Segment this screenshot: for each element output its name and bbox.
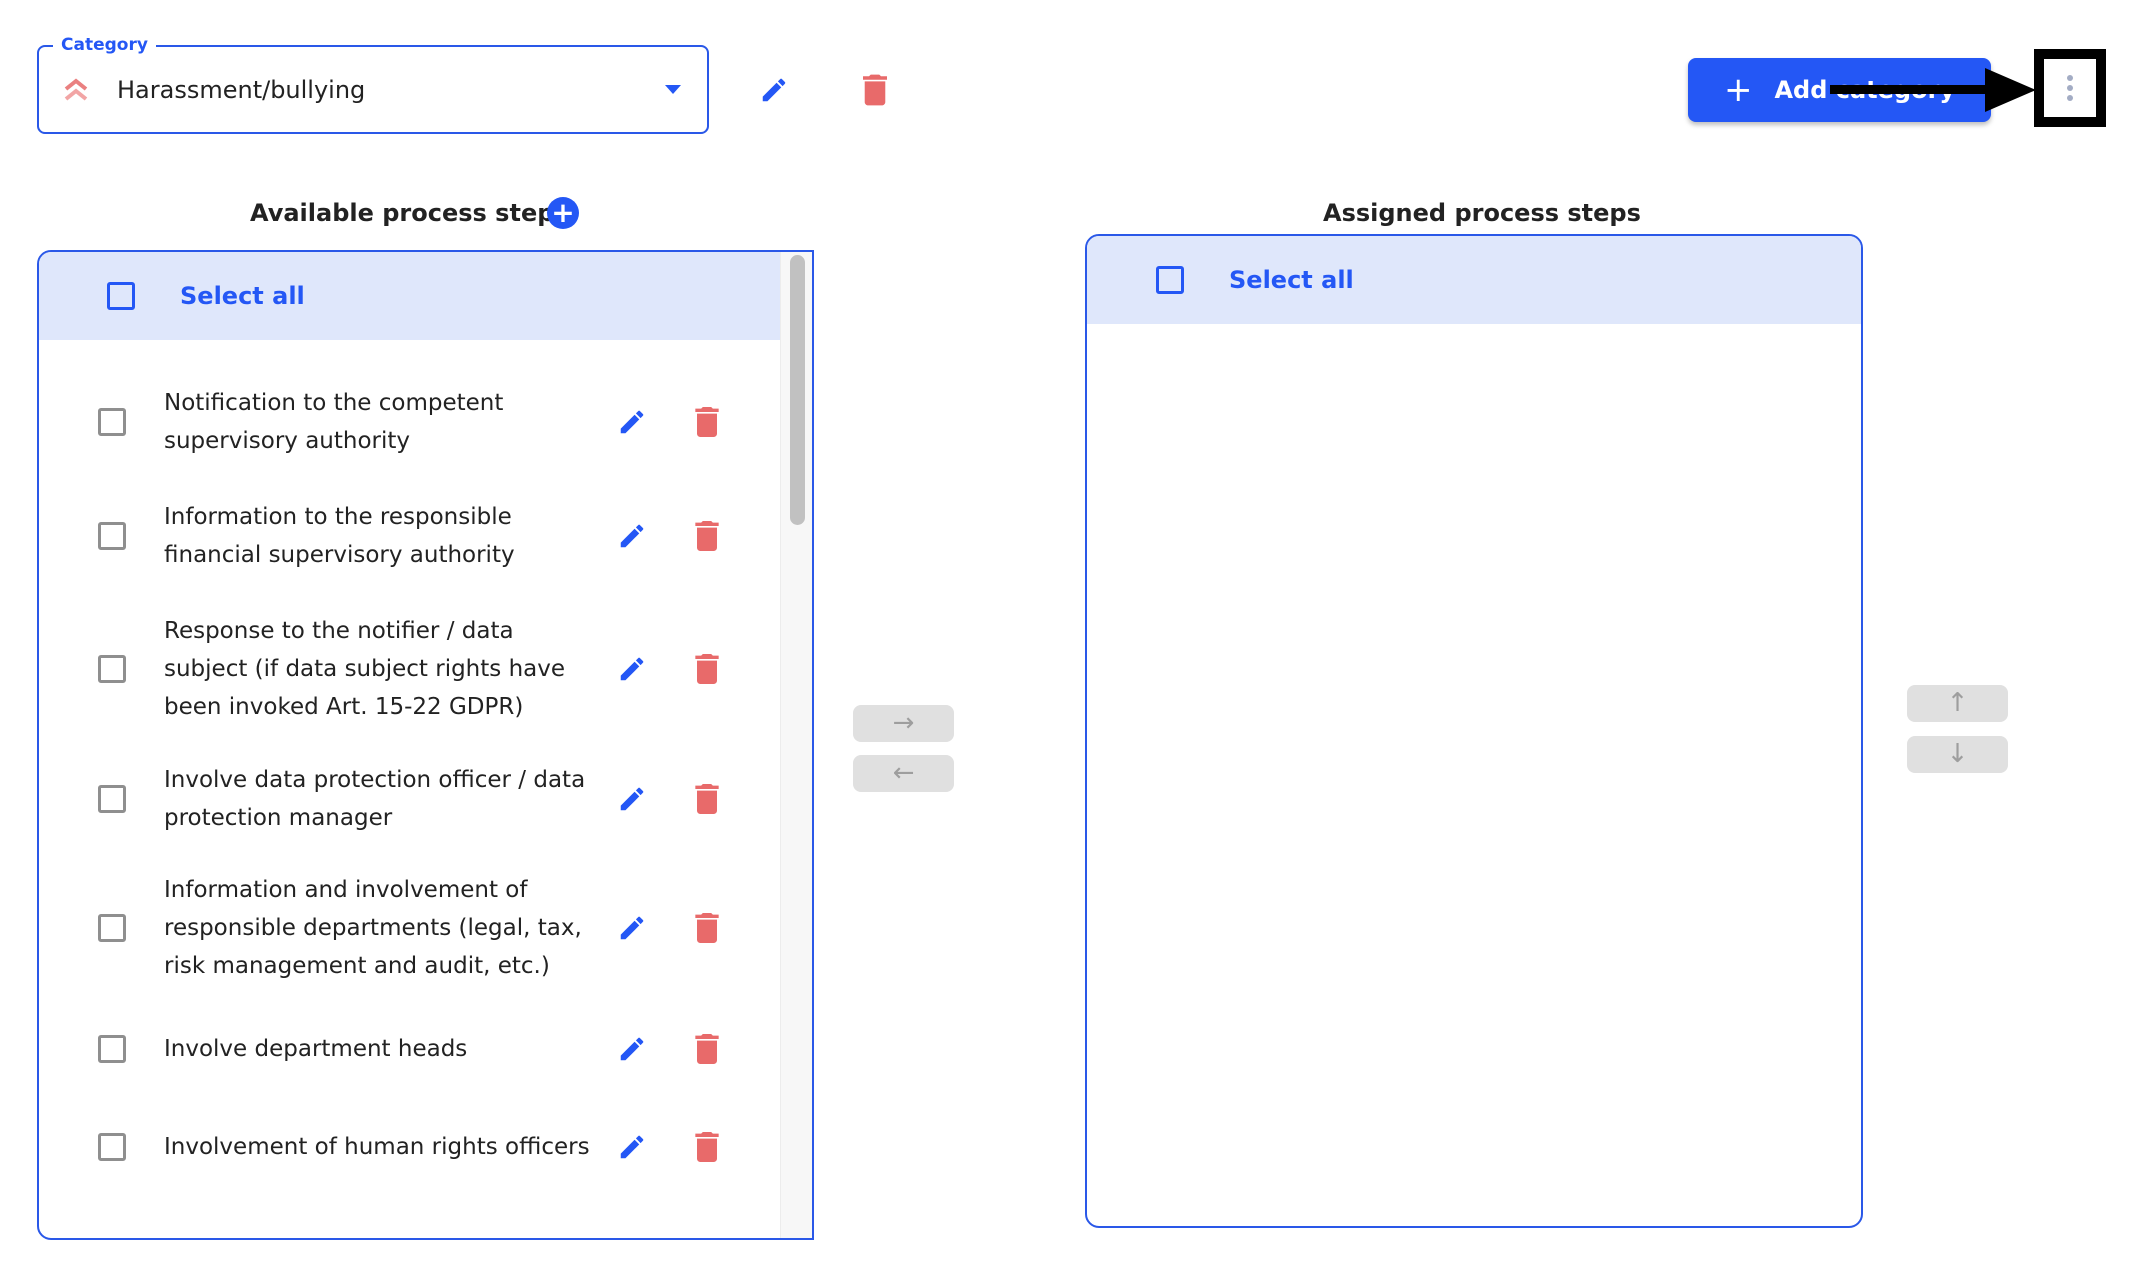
list-item: Notification to the competent supervisor… <box>39 384 784 460</box>
step-label: Involve department heads <box>164 1036 468 1062</box>
caret-down-icon[interactable] <box>665 85 681 94</box>
move-right-button[interactable]: → <box>853 705 954 742</box>
pencil-icon[interactable] <box>617 521 647 551</box>
trash-icon[interactable] <box>694 654 720 684</box>
annotation-arrow-icon <box>1830 68 2036 112</box>
available-steps-title: Available process steps <box>250 199 569 227</box>
step-label: Information and involvement of responsib… <box>164 877 582 979</box>
assigned-select-all-label: Select all <box>1229 266 1354 294</box>
assigned-select-all-checkbox[interactable] <box>1156 266 1184 294</box>
step-label: Notification to the competent supervisor… <box>164 390 504 454</box>
plus-icon: + <box>1723 70 1753 110</box>
pencil-icon[interactable] <box>617 1034 647 1064</box>
edit-category-button[interactable] <box>758 74 790 106</box>
list-item: Information and involvement of responsib… <box>39 871 784 985</box>
move-up-button[interactable]: ↑ <box>1907 685 2008 722</box>
step-checkbox[interactable] <box>98 914 126 942</box>
list-item: Involvement of human rights officers <box>39 1128 784 1166</box>
trash-icon[interactable] <box>694 1132 720 1162</box>
arrow-right-icon: → <box>892 708 915 738</box>
arrow-up-icon: ↑ <box>1946 688 1969 718</box>
more-options-button[interactable] <box>2034 49 2106 127</box>
assigned-steps-list: Select all <box>1085 234 1863 1228</box>
trash-icon[interactable] <box>694 784 720 814</box>
category-label: Category <box>53 35 156 55</box>
priority-double-chevron-up-icon <box>64 78 88 101</box>
pencil-icon <box>762 78 786 102</box>
delete-category-button[interactable] <box>860 73 890 107</box>
pencil-icon[interactable] <box>617 784 647 814</box>
list-item: Involve data protection officer / data p… <box>39 761 784 837</box>
scrollbar[interactable] <box>780 252 812 1238</box>
arrow-down-icon: ↓ <box>1946 739 1969 769</box>
step-label: Involvement of human rights officers <box>164 1134 590 1160</box>
trash-icon[interactable] <box>694 521 720 551</box>
pencil-icon[interactable] <box>617 407 647 437</box>
list-item: Involve department heads <box>39 1030 784 1068</box>
pencil-icon[interactable] <box>617 1132 647 1162</box>
step-label: Involve data protection officer / data p… <box>164 767 586 831</box>
available-select-all-label: Select all <box>180 282 305 310</box>
available-steps-list: Select all Notification to the competent… <box>37 250 814 1240</box>
step-checkbox[interactable] <box>98 1133 126 1161</box>
trash-icon <box>863 74 887 106</box>
trash-icon[interactable] <box>694 407 720 437</box>
list-item: Response to the notifier / data subject … <box>39 612 784 726</box>
add-process-step-button[interactable]: + <box>547 197 579 229</box>
pencil-icon[interactable] <box>617 654 647 684</box>
available-select-all-row[interactable]: Select all <box>39 252 781 340</box>
plus-circle-icon: + <box>551 196 575 229</box>
step-label: Response to the notifier / data subject … <box>164 618 566 720</box>
step-checkbox[interactable] <box>98 408 126 436</box>
step-checkbox[interactable] <box>98 522 126 550</box>
category-value: Harassment/bullying <box>117 76 366 104</box>
assigned-steps-title: Assigned process steps <box>1323 199 1641 227</box>
pencil-icon[interactable] <box>617 913 647 943</box>
category-select[interactable]: Category Harassment/bullying <box>37 35 709 134</box>
step-checkbox[interactable] <box>98 655 126 683</box>
move-left-button[interactable]: ← <box>853 755 954 792</box>
kebab-menu-icon <box>2067 75 2073 101</box>
trash-icon[interactable] <box>694 1034 720 1064</box>
step-checkbox[interactable] <box>98 785 126 813</box>
scrollbar-thumb[interactable] <box>790 255 805 525</box>
available-select-all-checkbox[interactable] <box>107 282 135 310</box>
assigned-select-all-row[interactable]: Select all <box>1087 236 1861 324</box>
arrow-left-icon: ← <box>892 758 915 788</box>
trash-icon[interactable] <box>694 913 720 943</box>
step-label: Information to the responsible financial… <box>164 504 515 568</box>
move-down-button[interactable]: ↓ <box>1907 736 2008 773</box>
list-item: Information to the responsible financial… <box>39 498 784 574</box>
step-checkbox[interactable] <box>98 1035 126 1063</box>
